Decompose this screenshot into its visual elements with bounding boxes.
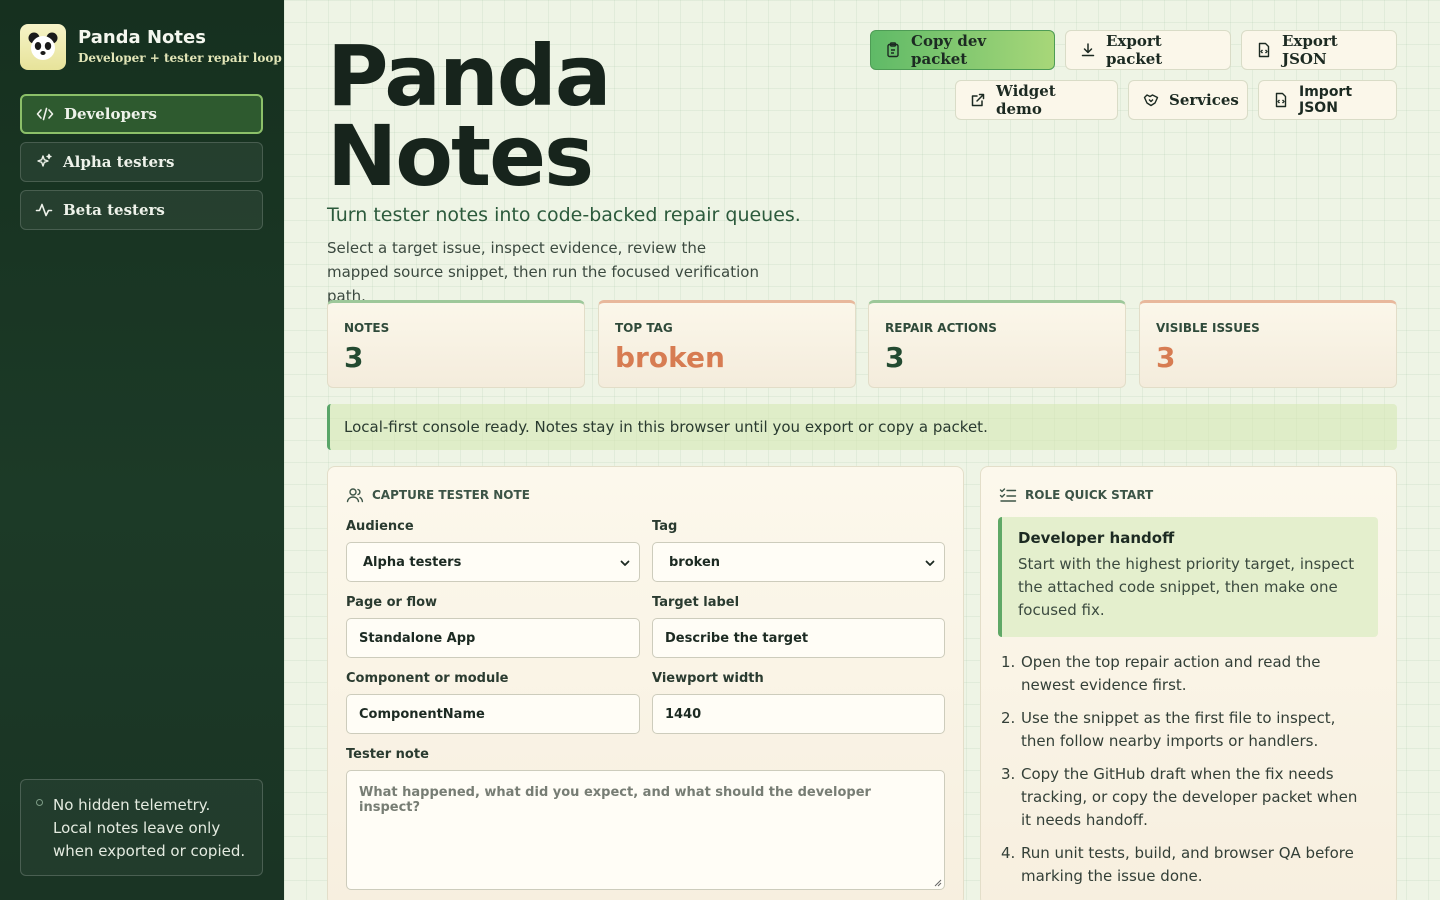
stat-value: 3	[344, 341, 364, 374]
tag-select[interactable]: broken	[652, 542, 945, 582]
stat-label: NOTES	[344, 321, 390, 335]
brand-subtitle: Developer + tester repair loop	[78, 51, 282, 65]
panda-logo-icon	[20, 24, 66, 70]
privacy-note-text: No hidden telemetry. Local notes leave o…	[53, 796, 246, 860]
stat-value: 3	[1156, 341, 1176, 374]
quickstart-title-text: ROLE QUICK START	[1025, 488, 1154, 502]
page-flow-label: Page or flow	[346, 595, 438, 610]
stat-label: TOP TAG	[615, 321, 673, 335]
sidebar-item-label: Beta testers	[63, 201, 165, 219]
services-button[interactable]: Services	[1128, 80, 1248, 120]
viewport-label: Viewport width	[652, 671, 764, 686]
activity-icon	[35, 201, 53, 219]
list-item: 4. Run unit tests, build, and browser QA …	[1001, 842, 1366, 888]
component-input[interactable]: ComponentName	[346, 694, 640, 734]
component-label: Component or module	[346, 671, 509, 686]
stat-card-visible-issues: VISIBLE ISSUES 3	[1139, 300, 1397, 388]
brand[interactable]: Panda Notes Developer + tester repair lo…	[20, 24, 282, 70]
import-json-label: Import JSON	[1299, 84, 1353, 116]
copy-dev-packet-button[interactable]: Copy dev packet	[870, 30, 1055, 70]
quickstart-steps: 1. Open the top repair action and read th…	[1001, 651, 1366, 898]
users-icon	[346, 488, 364, 503]
list-item: 2. Use the snippet as the first file to i…	[1001, 707, 1366, 753]
widget-demo-button[interactable]: Widget demo	[955, 80, 1118, 120]
audience-value: Alpha testers	[363, 554, 462, 570]
target-label-label: Target label	[652, 595, 740, 610]
capture-note-panel: CAPTURE TESTER NOTE Audience Alpha teste…	[327, 466, 964, 900]
step-text: Use the snippet as the first file to ins…	[1021, 709, 1336, 750]
quickstart-panel-title: ROLE QUICK START	[999, 487, 1153, 503]
page-title-line-1: Panda	[327, 27, 612, 125]
stat-value: 3	[885, 341, 905, 374]
stat-card-top-tag: TOP TAG broken	[598, 300, 856, 388]
export-json-label: Export JSON	[1282, 32, 1338, 68]
step-number: 3.	[1001, 765, 1016, 783]
audience-select[interactable]: Alpha testers	[346, 542, 640, 582]
tag-label: Tag	[652, 519, 678, 534]
list-checks-icon	[999, 488, 1017, 502]
file-code-icon	[1258, 42, 1270, 58]
widget-demo-label: Widget demo	[996, 82, 1056, 118]
step-number: 1.	[1001, 653, 1016, 671]
services-label: Services	[1169, 91, 1239, 109]
sidebar: Panda Notes Developer + tester repair lo…	[0, 0, 284, 900]
stat-label: VISIBLE ISSUES	[1156, 321, 1260, 335]
clipboard-icon	[887, 42, 899, 58]
import-json-button[interactable]: Import JSON	[1258, 80, 1397, 120]
export-packet-label: Export packet	[1106, 32, 1163, 68]
handshake-icon	[1143, 94, 1159, 107]
status-banner: Local-first console ready. Notes stay in…	[327, 404, 1397, 450]
tester-note-label: Tester note	[346, 747, 429, 762]
page-description: Select a target issue, inspect evidence,…	[327, 239, 759, 305]
sidebar-item-label: Developers	[64, 105, 157, 123]
file-code-icon	[1275, 92, 1287, 108]
chevron-down-icon	[925, 560, 935, 566]
download-icon	[1081, 43, 1095, 57]
step-text: Run unit tests, build, and browser QA be…	[1021, 844, 1354, 885]
handoff-title: Developer handoff	[1018, 529, 1175, 547]
sidebar-item-label: Alpha testers	[63, 153, 175, 171]
step-number: 4.	[1001, 844, 1016, 862]
page-title: Panda Notes	[327, 27, 612, 205]
external-link-icon	[971, 93, 985, 107]
tester-note-placeholder: What happened, what did you expect, and …	[359, 785, 871, 815]
code-icon	[36, 105, 54, 123]
handoff-text: Start with the highest priority target, …	[1018, 555, 1355, 619]
export-packet-button[interactable]: Export packet	[1065, 30, 1231, 70]
tester-note-textarea[interactable]: What happened, what did you expect, and …	[346, 770, 945, 890]
info-dot-icon	[36, 799, 43, 806]
tag-value: broken	[669, 554, 721, 570]
chevron-down-icon	[620, 560, 630, 566]
main-content: Panda Notes Turn tester notes into code-…	[284, 0, 1440, 900]
page-title-line-2: Notes	[327, 107, 594, 205]
role-quick-start-panel: ROLE QUICK START Developer handoff Start…	[980, 466, 1397, 900]
list-item: 3. Copy the GitHub draft when the fix nee…	[1001, 763, 1366, 832]
sidebar-item-alpha-testers[interactable]: Alpha testers	[20, 142, 263, 182]
export-json-button[interactable]: Export JSON	[1241, 30, 1397, 70]
resize-handle-icon[interactable]	[932, 877, 942, 887]
sidebar-item-developers[interactable]: Developers	[20, 94, 263, 134]
target-label-input[interactable]: Describe the target	[652, 618, 945, 658]
sidebar-item-beta-testers[interactable]: Beta testers	[20, 190, 263, 230]
capture-panel-title-text: CAPTURE TESTER NOTE	[372, 488, 530, 502]
audience-label: Audience	[346, 519, 414, 534]
developer-handoff-callout: Developer handoff Start with the highest…	[998, 517, 1378, 637]
step-text: Copy the GitHub draft when the fix needs…	[1021, 765, 1358, 829]
page-flow-input[interactable]: Standalone App	[346, 618, 640, 658]
stat-value: broken	[615, 341, 725, 374]
stat-card-repair-actions: REPAIR ACTIONS 3	[868, 300, 1126, 388]
stat-card-notes: NOTES 3	[327, 300, 585, 388]
list-item: 1. Open the top repair action and read th…	[1001, 651, 1366, 697]
privacy-note: No hidden telemetry. Local notes leave o…	[20, 779, 263, 876]
role-nav: Developers Alpha testers Beta testers	[20, 94, 263, 238]
step-number: 2.	[1001, 709, 1016, 727]
brand-title: Panda Notes	[78, 27, 206, 48]
step-text: Open the top repair action and read the …	[1021, 653, 1321, 694]
sparkles-icon	[35, 153, 53, 171]
page-subtitle: Turn tester notes into code-backed repai…	[327, 204, 801, 226]
stat-label: REPAIR ACTIONS	[885, 321, 997, 335]
copy-dev-packet-label: Copy dev packet	[911, 32, 987, 68]
capture-panel-title: CAPTURE TESTER NOTE	[346, 487, 530, 503]
viewport-input[interactable]: 1440	[652, 694, 945, 734]
